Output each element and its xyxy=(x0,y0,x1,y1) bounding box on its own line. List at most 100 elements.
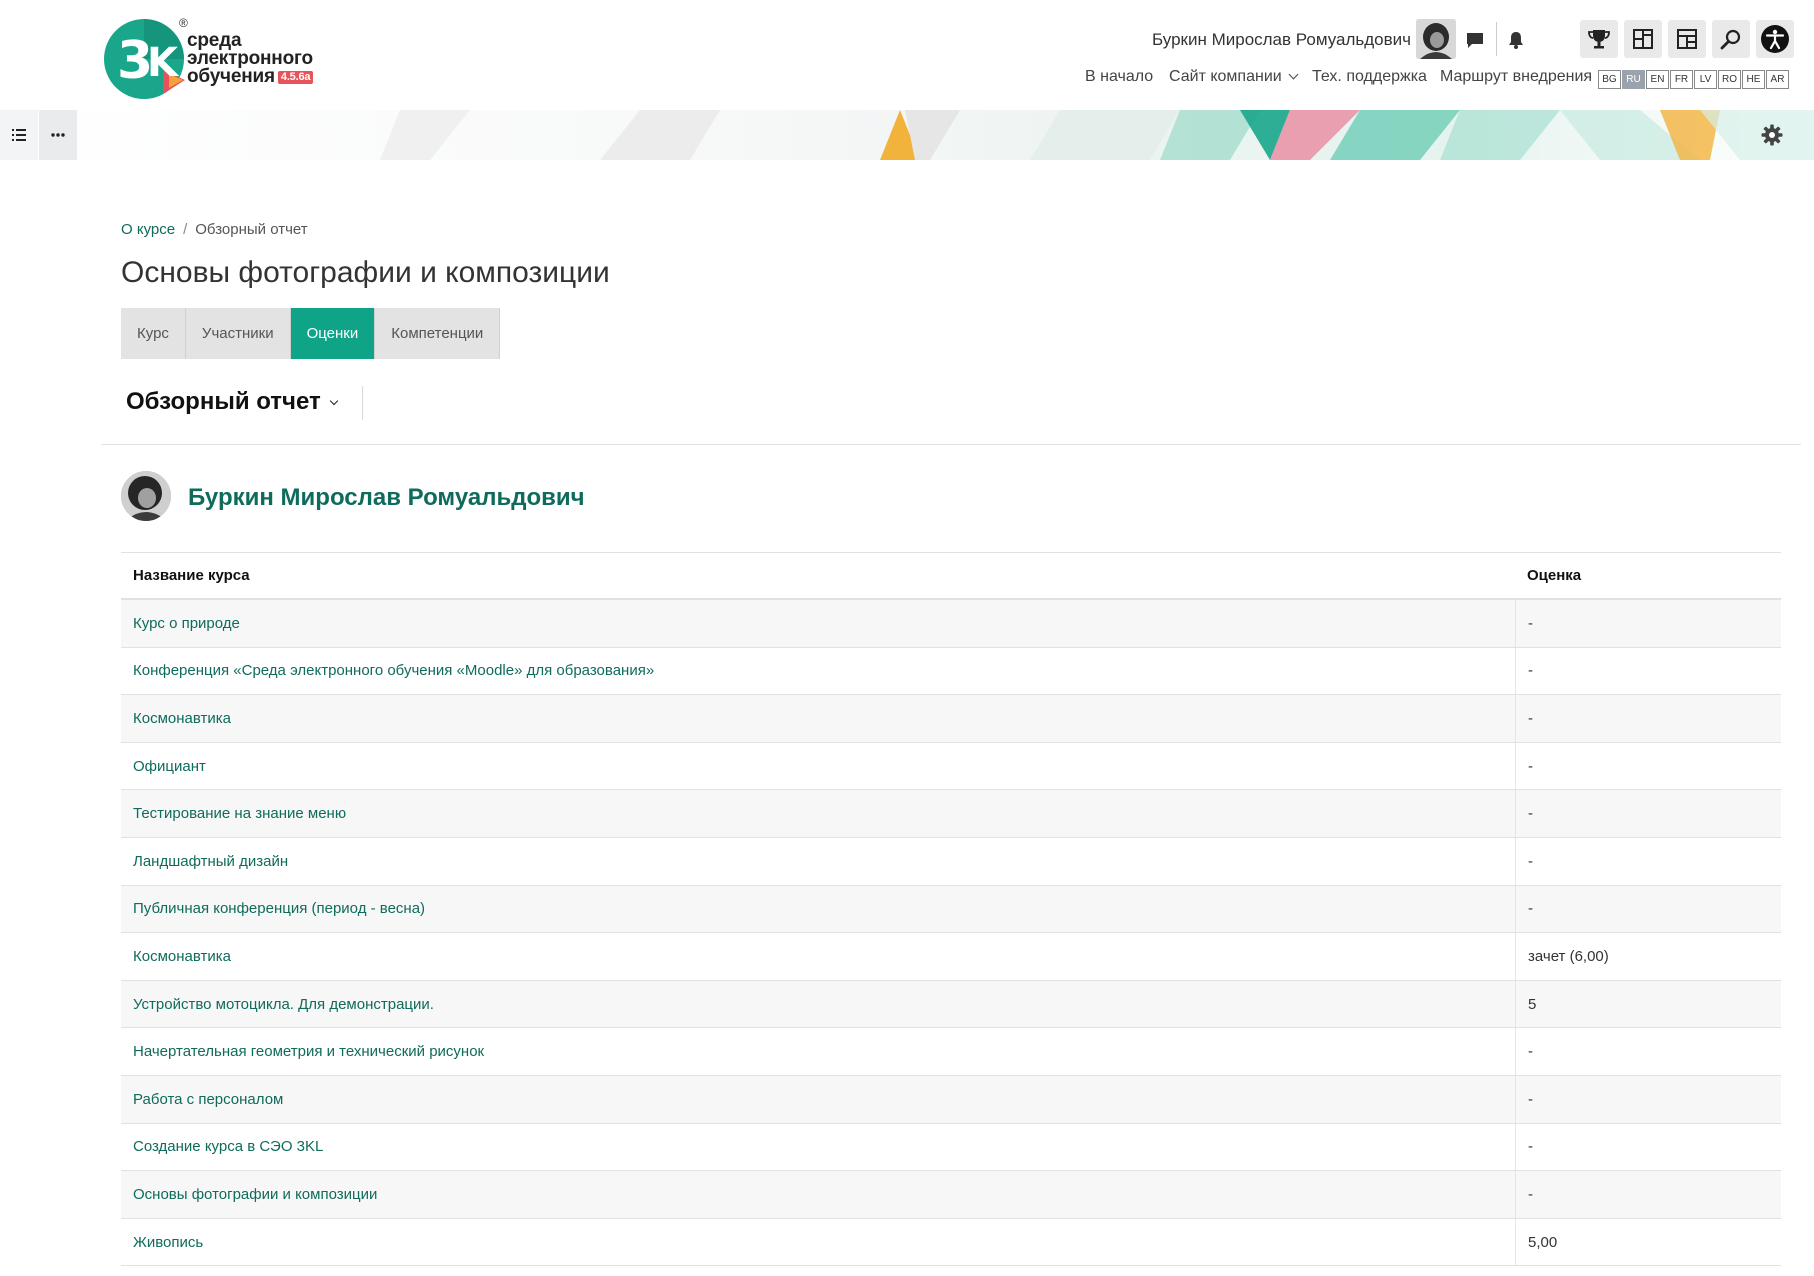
breadcrumb: О курсе / Обзорный отчет xyxy=(121,221,308,238)
logo-mark-icon: 3 K xyxy=(104,19,185,99)
nav-home[interactable]: В начало xyxy=(1085,68,1153,86)
course-link[interactable]: Работа с персоналом xyxy=(121,1076,1515,1123)
user-menu-name[interactable]: Буркин Мирослав Ромуальдович xyxy=(1152,30,1411,50)
course-link[interactable]: Живопись xyxy=(121,1219,1515,1266)
svg-text:K: K xyxy=(147,40,180,86)
tab-participants[interactable]: Участники xyxy=(185,308,291,359)
site-logo[interactable]: 3 K ® среда электронного обучения 4.5.6a xyxy=(103,14,333,104)
course-grade: - xyxy=(1515,1171,1781,1218)
profile-avatar[interactable] xyxy=(121,471,171,521)
chevron-down-icon xyxy=(329,396,339,406)
table-row: Устройство мотоцикла. Для демонстрации. 5 xyxy=(121,980,1781,1029)
course-grade: - xyxy=(1515,647,1781,695)
course-link[interactable]: Космонавтика xyxy=(121,695,1515,742)
table-row: Космонавтика зачет (6,00) xyxy=(121,933,1781,981)
course-grade: - xyxy=(1515,695,1781,742)
more-options-toggle[interactable] xyxy=(39,110,77,160)
chat-icon[interactable] xyxy=(1463,28,1487,52)
user-avatar[interactable] xyxy=(1416,19,1456,59)
logo-text: среда электронного обучения 4.5.6a xyxy=(187,30,314,87)
course-grade: - xyxy=(1515,837,1781,885)
gear-icon[interactable] xyxy=(1760,123,1784,147)
course-grade: - xyxy=(1515,1123,1781,1171)
ellipsis-icon xyxy=(51,133,65,137)
logo-registered: ® xyxy=(179,16,188,30)
breadcrumb-course-link[interactable]: О курсе xyxy=(121,221,175,238)
report-selector-dropdown[interactable]: Обзорный отчет xyxy=(126,388,339,416)
dashboard-icon xyxy=(1633,29,1653,49)
report-selector-divider xyxy=(362,386,363,420)
course-link[interactable]: Ландшафтный дизайн xyxy=(121,838,1515,885)
lang-fr[interactable]: FR xyxy=(1670,70,1693,89)
course-link[interactable]: Создание курса в СЭО 3KL xyxy=(121,1124,1515,1171)
course-grade: 5,00 xyxy=(1515,1218,1781,1266)
table-row: Ландшафтный дизайн - xyxy=(121,837,1781,886)
banner-shapes xyxy=(380,110,1814,160)
course-tabs: Курс Участники Оценки Компетенции xyxy=(121,308,501,359)
accessibility-icon xyxy=(1761,25,1789,53)
chevron-down-icon xyxy=(1288,69,1299,80)
avatar-photo xyxy=(1416,19,1456,59)
course-link[interactable]: Публичная конференция (период - весна) xyxy=(121,886,1515,933)
nav-company-site[interactable]: Сайт компании xyxy=(1169,68,1299,86)
table-row: Публичная конференция (период - весна) - xyxy=(121,885,1781,934)
tab-grades[interactable]: Оценки xyxy=(290,308,376,359)
lang-en[interactable]: EN xyxy=(1646,70,1669,89)
overview-grades-table: Название курса Оценка Курс о природе - Кон… xyxy=(121,552,1781,1267)
accessibility-button[interactable] xyxy=(1756,20,1794,58)
lang-lv[interactable]: LV xyxy=(1694,70,1717,89)
table-row: Официант - xyxy=(121,742,1781,791)
layout-button[interactable] xyxy=(1668,20,1706,58)
lang-he[interactable]: HE xyxy=(1742,70,1765,89)
profile-name-link[interactable]: Буркин Мирослав Ромуальдович xyxy=(188,484,585,512)
drawer-toggles xyxy=(0,110,78,160)
table-row: Живопись 5,00 xyxy=(121,1218,1781,1267)
course-grade: 5 xyxy=(1515,980,1781,1028)
table-row: Работа с персоналом - xyxy=(121,1075,1781,1124)
breadcrumb-current: Обзорный отчет xyxy=(195,221,308,238)
course-link[interactable]: Курс о природе xyxy=(121,600,1515,647)
course-link[interactable]: Космонавтика xyxy=(121,933,1515,980)
table-row: Основы фотографии и композиции - xyxy=(121,1171,1781,1219)
course-index-toggle[interactable] xyxy=(0,110,38,160)
course-link[interactable]: Официант xyxy=(121,743,1515,790)
section-divider xyxy=(101,444,1801,445)
lang-ro[interactable]: RO xyxy=(1718,70,1741,89)
table-header: Название курса Оценка xyxy=(121,552,1781,600)
course-grade: - xyxy=(1515,1028,1781,1075)
trophy-icon xyxy=(1588,30,1610,49)
lang-ru[interactable]: RU xyxy=(1622,70,1645,89)
dashboard-button[interactable] xyxy=(1624,20,1662,58)
nav-support[interactable]: Тех. поддержка xyxy=(1312,68,1427,86)
tab-competencies[interactable]: Компетенции xyxy=(375,308,501,359)
course-link[interactable]: Основы фотографии и композиции xyxy=(121,1171,1515,1218)
breadcrumb-separator: / xyxy=(183,221,188,238)
table-row: Создание курса в СЭО 3KL - xyxy=(121,1123,1781,1172)
language-switcher: BG RU EN FR LV RO HE AR xyxy=(1598,70,1790,89)
layout-icon xyxy=(1677,29,1697,49)
header-separator xyxy=(1496,22,1497,56)
column-header-course[interactable]: Название курса xyxy=(121,567,1515,584)
search-button[interactable] xyxy=(1712,20,1750,58)
course-grade: - xyxy=(1515,742,1781,790)
course-grade: зачет (6,00) xyxy=(1515,933,1781,980)
course-link[interactable]: Тестирование на знание меню xyxy=(121,790,1515,837)
avatar-photo xyxy=(121,471,171,521)
course-link[interactable]: Конференция «Среда электронного обучения… xyxy=(121,648,1515,695)
table-row: Начертательная геометрия и технический р… xyxy=(121,1028,1781,1076)
lang-bg[interactable]: BG xyxy=(1598,70,1621,89)
search-icon xyxy=(1720,29,1741,50)
lang-ar[interactable]: AR xyxy=(1766,70,1789,89)
version-badge: 4.5.6a xyxy=(277,71,314,84)
course-grade: - xyxy=(1515,1075,1781,1123)
trophy-button[interactable] xyxy=(1580,20,1618,58)
course-link[interactable]: Начертательная геометрия и технический р… xyxy=(121,1028,1515,1075)
course-link[interactable]: Устройство мотоцикла. Для демонстрации. xyxy=(121,981,1515,1028)
course-grade: - xyxy=(1515,885,1781,933)
nav-implementation-route[interactable]: Маршрут внедрения xyxy=(1440,68,1592,86)
table-row: Тестирование на знание меню - xyxy=(121,790,1781,838)
tab-course[interactable]: Курс xyxy=(121,308,186,359)
bell-icon[interactable] xyxy=(1504,28,1528,52)
column-header-grade[interactable]: Оценка xyxy=(1515,567,1781,584)
page-title: Основы фотографии и композиции xyxy=(121,256,610,289)
